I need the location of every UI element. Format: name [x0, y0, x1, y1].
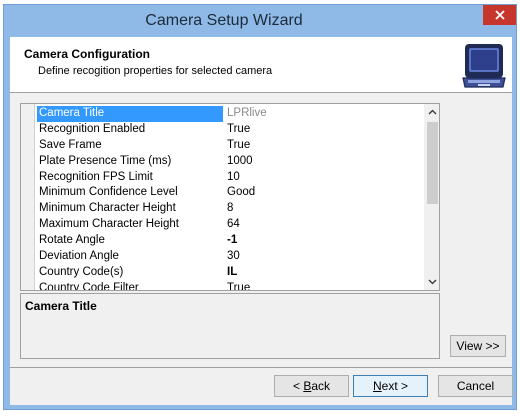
property-value[interactable]: 8: [225, 201, 421, 217]
property-value[interactable]: IL: [225, 265, 421, 281]
page-title: Camera Configuration: [24, 47, 151, 61]
property-value[interactable]: 10: [225, 170, 421, 186]
property-name: Minimum Character Height: [39, 202, 176, 215]
back-mnemonic: B: [303, 379, 312, 393]
close-icon: [494, 10, 505, 20]
property-value[interactable]: True: [225, 138, 421, 154]
back-label-rest: ack: [311, 379, 331, 393]
property-name: Recognition Enabled: [39, 122, 146, 135]
property-value[interactable]: True: [225, 281, 421, 290]
wizard-window: Camera Setup Wizard Camera Configuration…: [3, 4, 517, 410]
property-name: Minimum Confidence Level: [39, 186, 178, 199]
property-value[interactable]: 64: [225, 217, 421, 233]
description-title: Camera Title: [25, 299, 97, 313]
close-button[interactable]: [483, 5, 516, 25]
cancel-button-label: Cancel: [456, 379, 495, 393]
property-row[interactable]: Country Code(s) IL: [35, 265, 423, 281]
property-row[interactable]: Rotate Angle -1: [35, 233, 423, 249]
property-row[interactable]: Country Code Filter True: [35, 281, 423, 290]
scroll-up-arrow[interactable]: [424, 104, 439, 120]
wizard-client-area: Camera Configuration Define recogition p…: [10, 37, 513, 405]
chevron-down-icon: [428, 279, 436, 285]
property-rows: Camera Title LPRlive Recognition Enabled Tr…: [35, 106, 423, 290]
grid-gutter: [21, 104, 35, 290]
property-row[interactable]: Deviation Angle 30: [35, 249, 423, 265]
page-subtitle: Define recogition properties for selecte…: [38, 65, 273, 77]
property-row[interactable]: Recognition FPS Limit 10: [35, 170, 423, 186]
laptop-camera-icon: [462, 44, 506, 88]
property-value[interactable]: 1000: [225, 154, 421, 170]
chevron-up-icon: [428, 109, 436, 115]
window-title: Camera Setup Wizard: [145, 12, 303, 29]
property-row[interactable]: Plate Presence Time (ms) 1000: [35, 154, 423, 170]
back-button[interactable]: < Back: [274, 375, 349, 397]
view-button-label: View >>: [456, 339, 500, 353]
scroll-thumb[interactable]: [427, 122, 438, 204]
property-row[interactable]: Camera Title LPRlive: [35, 106, 423, 122]
property-name: Rotate Angle: [39, 234, 105, 247]
property-name: Country Code(s): [39, 265, 124, 278]
next-label-rest: ext >: [381, 379, 409, 393]
property-value[interactable]: LPRlive: [225, 106, 421, 122]
property-name: Camera Title: [37, 106, 223, 122]
property-name: Plate Presence Time (ms): [39, 154, 172, 167]
property-row[interactable]: Maximum Character Height 64: [35, 217, 423, 233]
property-name: Deviation Angle: [39, 250, 119, 263]
property-value[interactable]: -1: [225, 233, 421, 249]
property-description-panel: Camera Title: [20, 293, 440, 359]
property-row[interactable]: Recognition Enabled True: [35, 122, 423, 138]
back-arrow: <: [292, 379, 304, 393]
property-value[interactable]: 30: [225, 249, 421, 265]
property-row[interactable]: Save Frame True: [35, 138, 423, 154]
property-name: Country Code Filter: [39, 281, 139, 290]
cancel-button[interactable]: Cancel: [438, 375, 513, 397]
property-grid[interactable]: Camera Title LPRlive Recognition Enabled Tr…: [20, 103, 440, 291]
property-name: Maximum Character Height: [39, 218, 179, 231]
property-row[interactable]: Minimum Confidence Level Good: [35, 185, 423, 201]
scroll-down-arrow[interactable]: [424, 274, 439, 290]
wizard-header: Camera Configuration Define recogition p…: [10, 37, 512, 93]
property-name: Save Frame: [39, 138, 102, 151]
property-name: Recognition FPS Limit: [39, 170, 153, 183]
view-button[interactable]: View >>: [450, 335, 506, 357]
title-bar[interactable]: Camera Setup Wizard: [4, 5, 516, 37]
property-row[interactable]: Minimum Character Height 8: [35, 201, 423, 217]
property-value[interactable]: True: [225, 122, 421, 138]
footer-separator: [10, 367, 512, 368]
next-button[interactable]: Next >: [353, 375, 428, 397]
next-mnemonic: N: [372, 379, 382, 393]
vertical-scrollbar[interactable]: [424, 104, 439, 290]
property-value[interactable]: Good: [225, 185, 421, 201]
